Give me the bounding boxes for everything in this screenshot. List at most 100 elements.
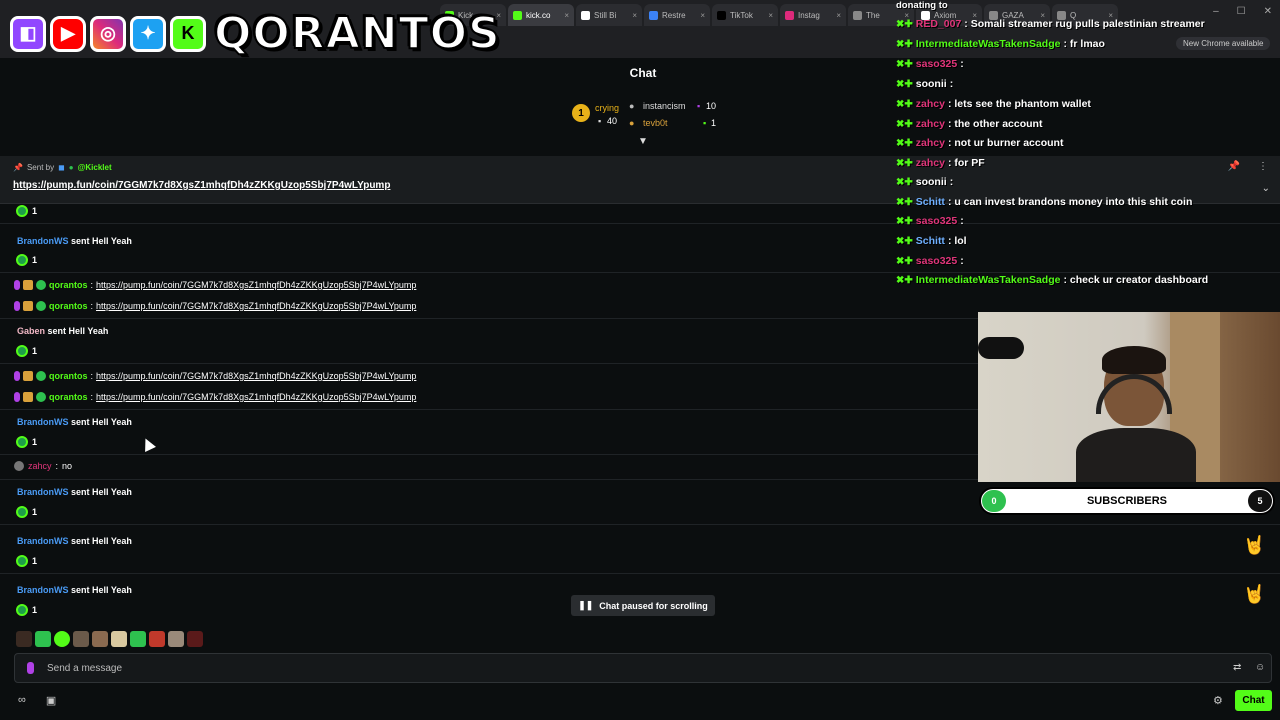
browser-tab[interactable]: kick.co × — [508, 4, 574, 26]
gift-message: BrandonWS sent Hell Yeah — [17, 236, 132, 246]
third-place-icon: ● — [629, 118, 635, 128]
message-input-box: ⇄ ☺ — [14, 653, 1272, 683]
avatar — [14, 461, 24, 471]
overlay-message-text: : not ur burner account — [947, 137, 1064, 149]
message-input[interactable] — [47, 659, 1217, 677]
kick-gift-icon — [16, 436, 28, 448]
gift-count: 1 — [16, 506, 37, 518]
emote-icon[interactable] — [16, 631, 32, 647]
webcam-feed — [978, 312, 1280, 482]
infinity-icon[interactable]: ∞ — [18, 694, 26, 707]
pinned-link[interactable]: https://pump.fun/coin/7GGM7k7d8XgsZ1mhqf… — [13, 180, 390, 191]
tab-close-icon[interactable]: × — [632, 11, 637, 20]
kick-badge-icon: ✖✚ — [896, 235, 913, 247]
overlay-chat-line: ✖✚ IntermediateWasTakenSadge: fr lmao — [896, 38, 1105, 50]
kick-badge-icon: ✖✚ — [896, 137, 913, 149]
overlay-message-text: : check ur creator dashboard — [1063, 274, 1209, 286]
youtube-icon: ▶ — [50, 15, 86, 52]
gift-message: BrandonWS sent Hell Yeah — [17, 487, 132, 497]
chat-message: zahcy: no — [14, 461, 72, 471]
emote-icon[interactable] — [73, 631, 89, 647]
pinned-sender[interactable]: @Kicklet — [78, 163, 112, 172]
verified-badge-icon — [36, 371, 46, 381]
gift-count: 1 — [16, 604, 37, 616]
store-icon[interactable]: ▣ — [46, 694, 56, 707]
gift-message: BrandonWS sent Hell Yeah — [17, 417, 132, 427]
emote-icon[interactable] — [149, 631, 165, 647]
tab-close-icon[interactable]: × — [564, 11, 569, 20]
chat-paused-button[interactable]: ❚❚ Chat paused for scrolling — [571, 595, 715, 616]
kick-icon: K — [170, 15, 206, 52]
tab-label: Still Bi — [594, 10, 617, 20]
subs-label: SUBSCRIBERS — [1086, 495, 1168, 507]
overlay-chat-line: ✖✚ zahcy: not ur burner account — [896, 137, 1063, 149]
overlay-chat-line: ✖✚ zahcy: lets see the phantom wallet — [896, 98, 1091, 110]
leader-second-name[interactable]: instancism — [643, 101, 686, 111]
overlay-message-text: : — [960, 58, 964, 70]
browser-tab[interactable]: Instag × — [780, 4, 846, 26]
kick-badge-icon: ✖✚ — [896, 38, 913, 50]
broadcaster-badge-icon — [14, 280, 20, 290]
browser-tab[interactable]: Restre × — [644, 4, 710, 26]
kick-gift-icon — [16, 506, 28, 518]
subs-goal: 5 — [1248, 490, 1272, 512]
streamer-name: QORANTOS — [213, 7, 501, 60]
tts-icon[interactable]: ⇄ — [1233, 662, 1241, 673]
emoji-icon[interactable]: ☺ — [1255, 662, 1265, 673]
overlay-message-text: : u can invest brandons money into this … — [947, 196, 1193, 208]
kick-badge-icon: ✖✚ — [896, 157, 913, 169]
pinned-meta: 📌 Sent by ◼ ● @Kicklet — [13, 163, 112, 172]
emote-icon[interactable] — [35, 631, 51, 647]
kick-badge-icon: ✖✚ — [896, 176, 913, 188]
tab-label: TikTok — [730, 10, 753, 20]
verified-badge-icon — [36, 301, 46, 311]
overlay-username: saso325 — [915, 255, 958, 267]
overlay-message-text: : — [960, 215, 964, 227]
overlay-chat-line: ✖✚ Schitt: u can invest brandons money in… — [896, 196, 1192, 208]
instagram-icon: ◎ — [90, 15, 126, 52]
overlay-chat-line: ✖✚ IntermediateWasTakenSadge: check ur cr… — [896, 274, 1208, 286]
tab-label: Instag — [798, 10, 820, 20]
browser-tab[interactable]: Still Bi × — [576, 4, 642, 26]
subscriber-goal-bar: SUBSCRIBERS 0 5 — [979, 487, 1275, 515]
emote-icon[interactable] — [92, 631, 108, 647]
tab-close-icon[interactable]: × — [700, 11, 705, 20]
subscriber-badge-icon — [23, 371, 33, 381]
kick-badge-icon: ✖✚ — [896, 215, 913, 227]
gift-message: Gaben sent Hell Yeah — [17, 326, 109, 336]
overlay-username: zahcy — [915, 118, 945, 130]
tab-close-icon[interactable]: × — [836, 11, 841, 20]
tab-close-icon[interactable]: × — [768, 11, 773, 20]
chat-footer-left: ∞ ▣ — [18, 694, 56, 707]
chat-send-button[interactable]: Chat — [1235, 690, 1272, 711]
emote-icon[interactable] — [130, 631, 146, 647]
mouse-cursor-icon — [140, 436, 156, 452]
gift-count: 1 — [16, 555, 37, 567]
browser-tab[interactable]: TikTok × — [712, 4, 778, 26]
chat-message: qorantos: https://pump.fun/coin/7GGM7k7d… — [14, 301, 416, 311]
emote-icon[interactable] — [168, 631, 184, 647]
tab-label: The — [866, 10, 880, 20]
divider — [0, 573, 1280, 574]
microphone-icon — [27, 662, 34, 674]
divider — [0, 524, 1280, 525]
collapse-leaderboard-icon[interactable]: ▼ — [638, 136, 648, 147]
emote-icon[interactable] — [111, 631, 127, 647]
kick-badge-icon: ✖✚ — [896, 18, 913, 30]
leader-first-name[interactable]: crying — [595, 103, 619, 113]
gear-icon[interactable]: ⚙ — [1213, 694, 1223, 707]
overlay-username: zahcy — [915, 137, 945, 149]
chat-title: Chat — [629, 66, 657, 80]
leader-third-name[interactable]: tevb0t — [643, 118, 668, 128]
hell-yeah-emote-icon: 🤘 — [1243, 584, 1266, 604]
overlay-chat-line: ✖✚ saso325: — [896, 215, 964, 227]
emote-icon[interactable] — [187, 631, 203, 647]
gift-count: 1 — [16, 436, 37, 448]
overlay-chat-line: ✖✚ zahcy: the other account — [896, 118, 1042, 130]
tab-favicon-icon — [717, 10, 726, 20]
tab-favicon-icon — [513, 10, 522, 20]
overlay-chat-line: ✖✚ RED_007: Somali streamer rug pulls pal… — [896, 18, 1205, 30]
emote-icon[interactable] — [54, 631, 70, 647]
overlay-username: saso325 — [915, 58, 958, 70]
tab-favicon-icon — [853, 10, 862, 20]
